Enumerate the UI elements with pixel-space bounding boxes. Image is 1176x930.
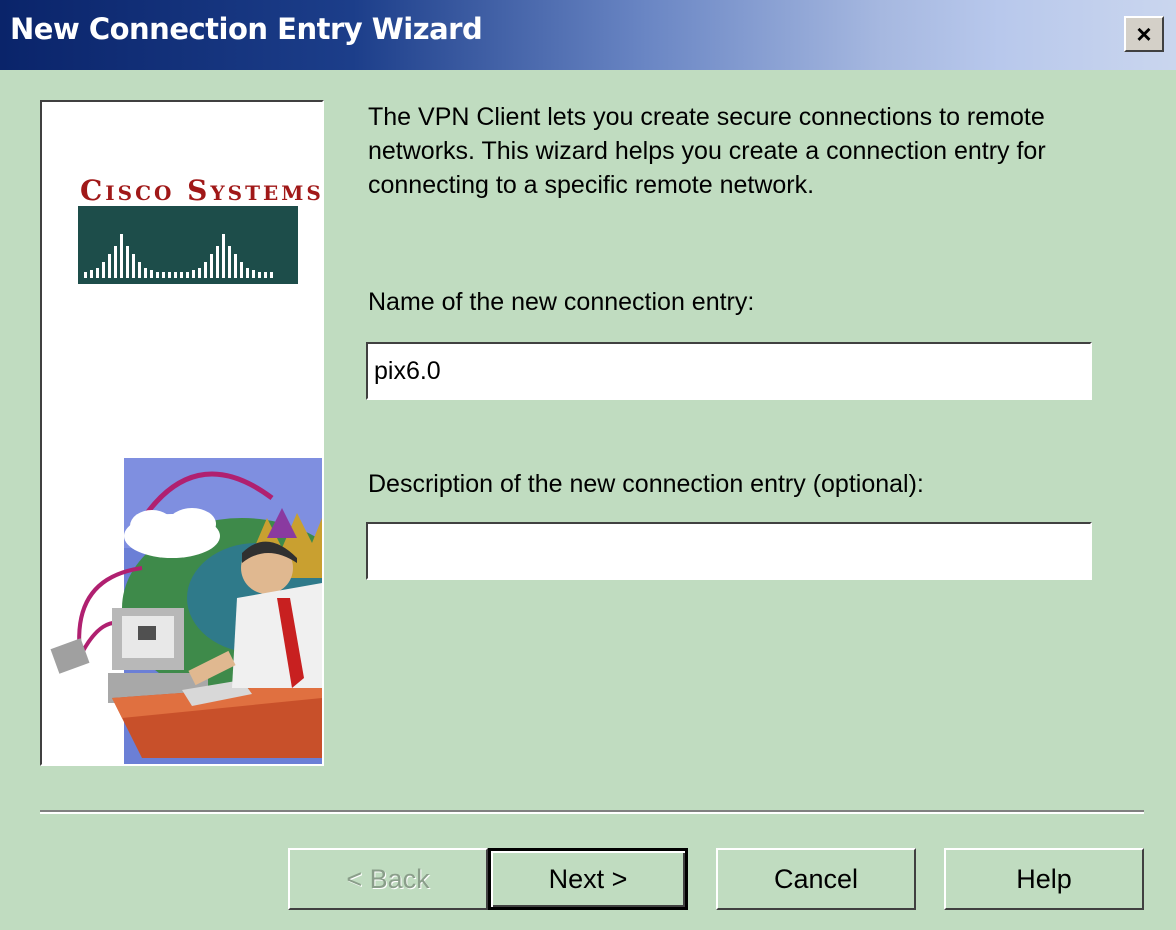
close-icon: ×: [1136, 18, 1152, 49]
button-separator: [40, 810, 1144, 814]
cisco-logo-text: Cisco Systems: [80, 174, 324, 207]
wizard-window: New Connection Entry Wizard × Cisco Syst…: [0, 0, 1176, 930]
connection-description-input[interactable]: [366, 522, 1092, 580]
back-button[interactable]: < Back: [288, 848, 488, 910]
next-button[interactable]: Next >: [488, 848, 688, 910]
connection-name-input[interactable]: [366, 342, 1092, 400]
cancel-button[interactable]: Cancel: [716, 848, 916, 910]
wizard-illustration: [50, 458, 322, 764]
window-title: New Connection Entry Wizard: [10, 12, 483, 46]
close-button[interactable]: ×: [1124, 16, 1164, 52]
intro-text: The VPN Client lets you create secure co…: [368, 103, 1046, 199]
cisco-logo-icon: [78, 206, 298, 284]
title-bar[interactable]: New Connection Entry Wizard ×: [0, 0, 1176, 70]
name-field-label: Name of the new connection entry:: [368, 288, 755, 316]
help-button[interactable]: Help: [944, 848, 1144, 910]
description-field-label: Description of the new connection entry …: [368, 470, 924, 498]
wizard-image-panel: Cisco Systems: [40, 100, 324, 766]
